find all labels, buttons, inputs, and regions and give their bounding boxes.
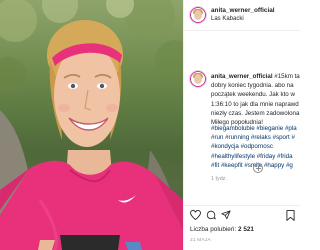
post-details-pane: anita_werner_official Las Kabacki anita_… bbox=[183, 0, 300, 250]
likes-count[interactable]: Liczba polubień: 2 521 bbox=[190, 226, 254, 233]
bookmark-icon[interactable] bbox=[286, 210, 295, 221]
avatar[interactable] bbox=[190, 7, 206, 23]
action-bar bbox=[184, 205, 300, 222]
hashtag-line[interactable]: #kondycja #odpornosc bbox=[211, 142, 300, 151]
hashtag-line[interactable]: #healthylifestyle #friday #frida bbox=[211, 152, 300, 161]
caption-line: 1:36:10 to jak dla mnie naprawd bbox=[211, 100, 299, 108]
caption-avatar[interactable] bbox=[190, 71, 206, 87]
caption-line: dobry koniec tygodnia. abo na bbox=[211, 82, 294, 90]
header-username[interactable]: anita_werner_official bbox=[211, 7, 275, 14]
selfie-image bbox=[0, 0, 183, 250]
caption-line: niezły czas. Jestem zadowolona bbox=[211, 109, 300, 117]
location-link[interactable]: Las Kabacki bbox=[211, 16, 244, 22]
hashtag-line[interactable]: #biegambolubie #bieganie #pla bbox=[211, 124, 300, 133]
post-date: 21 MAJA bbox=[190, 238, 211, 243]
comment-icon[interactable] bbox=[206, 210, 216, 220]
heart-icon[interactable] bbox=[190, 210, 201, 220]
post-header: anita_werner_official Las Kabacki bbox=[184, 0, 300, 31]
add-comment-icon[interactable] bbox=[253, 163, 263, 173]
post-photo[interactable] bbox=[0, 0, 183, 250]
caption-text: anita_werner_official #15km ta dobry kon… bbox=[211, 72, 300, 127]
likes-label: Liczba polubień bbox=[190, 226, 235, 233]
caption-line: początek weekendu. Jak kto w bbox=[211, 91, 295, 99]
comment-time: 1 tydz. bbox=[211, 176, 227, 182]
share-icon[interactable] bbox=[221, 210, 231, 220]
caption-line: #15km ta bbox=[274, 73, 300, 80]
hashtag-line[interactable]: #run #running #relaks #sport # bbox=[211, 133, 300, 142]
likes-number: 2 521 bbox=[237, 226, 254, 233]
caption-username[interactable]: anita_werner_official bbox=[211, 73, 273, 80]
